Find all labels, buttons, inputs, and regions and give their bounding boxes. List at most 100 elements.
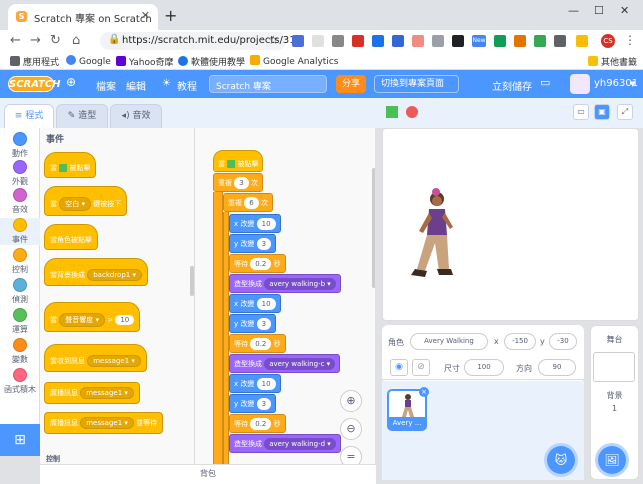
chevron-down-icon[interactable]: ▼ [630, 80, 635, 88]
when-receive-block[interactable]: 當收到訊息 message1 ▾ [44, 344, 147, 372]
avery-walking-sprite[interactable] [405, 187, 465, 297]
repeat-inner-count[interactable]: 6 [244, 197, 259, 209]
see-project-page-button[interactable]: 切換到專案頁面 [374, 75, 459, 93]
broadcast-block[interactable]: 廣播訊息 message1 ▾ [44, 382, 140, 404]
script-scrollbar[interactable] [372, 168, 375, 288]
repeat-outer-block[interactable]: 重複 3 次 [213, 173, 263, 192]
bookmark-analytics[interactable]: Google Analytics [250, 55, 338, 67]
script-step-block[interactable]: x 改變 10 [229, 374, 281, 393]
edit-menu[interactable]: 編輯 [126, 78, 146, 93]
small-stage-button[interactable]: ▭ [573, 104, 589, 120]
costume-dropdown[interactable]: avery walking-b ▾ [264, 278, 336, 290]
broadcast-message-dropdown[interactable]: message1 ▾ [80, 387, 134, 399]
extension-icon[interactable] [494, 35, 506, 47]
tutorials-menu[interactable]: 教程 [177, 78, 197, 93]
zoom-in-button[interactable]: ⊕ [340, 390, 362, 412]
sprite-x-input[interactable]: -150 [504, 333, 536, 350]
palette-scrollbar[interactable] [190, 266, 194, 296]
repeat-inner-block[interactable]: 重複 6 次 [223, 193, 273, 212]
tab-sounds[interactable]: ◂) 音效 [110, 104, 162, 128]
sprite-y-input[interactable]: -30 [549, 333, 577, 350]
step-value-input[interactable]: 10 [256, 218, 276, 230]
script-step-block[interactable]: 造型換成 avery walking-d ▾ [229, 434, 341, 453]
extension-icon[interactable] [392, 35, 404, 47]
script-step-block[interactable]: y 改變 3 [229, 234, 277, 253]
stage-thumbnail[interactable] [593, 352, 635, 382]
add-backdrop-button[interactable]: 🖼 [598, 446, 626, 474]
close-window-icon[interactable]: ✕ [620, 4, 629, 17]
sprite-thumbnail[interactable]: × Avery ... [387, 387, 429, 431]
step-value-input[interactable]: 3 [256, 398, 272, 410]
bookmark-other[interactable]: 其他書籤 [588, 55, 637, 68]
extension-icon[interactable] [372, 35, 384, 47]
fullscreen-button[interactable]: ⤢ [617, 104, 633, 120]
home-icon[interactable]: ⌂ [72, 33, 80, 48]
step-value-input[interactable]: 3 [256, 318, 272, 330]
when-sprite-clicked-block[interactable]: 當角色被點擊 [44, 224, 98, 250]
message-dropdown[interactable]: message1 ▾ [87, 355, 141, 367]
language-globe-icon[interactable]: ⊕ [66, 75, 76, 89]
loudness-value-input[interactable]: 10 [115, 315, 135, 325]
script-step-block[interactable]: 等待 0.2 秒 [229, 334, 286, 353]
profile-avatar[interactable]: CS [601, 34, 615, 48]
step-value-input[interactable]: 3 [256, 238, 272, 250]
bookmark-google[interactable]: Google [66, 55, 111, 67]
browser-tab[interactable]: S Scratch 專案 on Scratch ✕ [8, 4, 158, 30]
category-control[interactable]: 控制 [0, 248, 40, 275]
when-backdrop-switches-block[interactable]: 當背景換成 backdrop1 ▾ [44, 258, 148, 286]
delete-sprite-icon[interactable]: × [419, 387, 429, 397]
script-step-block[interactable]: x 改變 10 [229, 294, 281, 313]
extension-icon[interactable] [554, 35, 566, 47]
tab-code[interactable]: ≡ 程式 [4, 104, 54, 128]
costume-dropdown[interactable]: avery walking-d ▾ [264, 438, 336, 450]
extension-icon[interactable] [576, 35, 588, 47]
script-step-block[interactable]: y 改變 3 [229, 314, 277, 333]
category-operators[interactable]: 運算 [0, 308, 40, 335]
extension-icon[interactable] [312, 35, 324, 47]
script-hat-block[interactable]: 當 被點擊 [213, 150, 264, 172]
hide-sprite-eye-icon[interactable]: ⊘ [412, 359, 430, 376]
stop-button[interactable] [406, 106, 418, 118]
stage-canvas[interactable] [382, 128, 639, 321]
tab-costumes[interactable]: ✎ 造型 [56, 104, 108, 128]
maximize-icon[interactable]: ☐ [594, 4, 604, 17]
bookmark-yahoo[interactable]: Yahoo奇摩 [116, 55, 174, 68]
step-value-input[interactable]: 0.2 [250, 258, 272, 270]
bookmark-tutorials[interactable]: 軟體使用教學 [178, 55, 245, 68]
extension-icon[interactable] [412, 35, 424, 47]
repeat-outer-count[interactable]: 3 [234, 177, 249, 189]
close-tab-icon[interactable]: ✕ [141, 9, 150, 22]
category-variables[interactable]: 變數 [0, 338, 40, 365]
step-value-input[interactable]: 0.2 [250, 338, 272, 350]
broadcast-and-wait-block[interactable]: 廣播訊息 message1 ▾ 並等待 [44, 412, 164, 434]
backdrop-dropdown[interactable]: backdrop1 ▾ [87, 269, 142, 281]
category-my-blocks[interactable]: 函式積木 [0, 368, 40, 395]
normal-stage-button[interactable]: ▣ [594, 104, 610, 120]
show-sprite-eye-icon[interactable]: ◉ [390, 359, 408, 376]
scratch-logo[interactable]: SCRATCH [8, 76, 61, 92]
step-value-input[interactable]: 10 [256, 378, 276, 390]
extension-icon[interactable] [352, 35, 364, 47]
key-dropdown[interactable]: 空白 ▾ [59, 197, 91, 211]
sprite-name-input[interactable]: Avery Walking [410, 333, 488, 350]
back-icon[interactable]: ← [10, 33, 21, 48]
bookmark-apps[interactable]: 應用程式 [10, 55, 59, 68]
new-tab-button[interactable]: + [164, 6, 177, 25]
script-step-block[interactable]: y 改變 3 [229, 394, 277, 413]
minimize-icon[interactable]: — [568, 4, 579, 17]
my-stuff-folder-icon[interactable]: ▭ [540, 76, 550, 89]
extension-icon[interactable] [292, 35, 304, 47]
broadcast-wait-dropdown[interactable]: message1 ▾ [80, 417, 134, 429]
when-key-pressed-block[interactable]: 當 空白 ▾ 鍵被按下 [44, 186, 128, 216]
backpack[interactable]: 背包 [40, 464, 376, 484]
script-step-block[interactable]: x 改變 10 [229, 214, 281, 233]
sprite-size-input[interactable]: 100 [464, 359, 504, 376]
save-now-button[interactable]: 立刻儲存 [492, 78, 532, 93]
extension-icon[interactable] [332, 35, 344, 47]
add-sprite-button[interactable]: 🐱 [547, 446, 575, 474]
sprite-direction-input[interactable]: 90 [538, 359, 576, 376]
category-events[interactable]: 事件 [0, 218, 40, 245]
step-value-input[interactable]: 0.2 [250, 418, 272, 430]
user-avatar[interactable] [570, 74, 590, 94]
script-area[interactable]: 當 被點擊 重複 3 次 重複 6 次 x 改變 10 y 改變 3 等待 0.2 … [195, 128, 375, 464]
